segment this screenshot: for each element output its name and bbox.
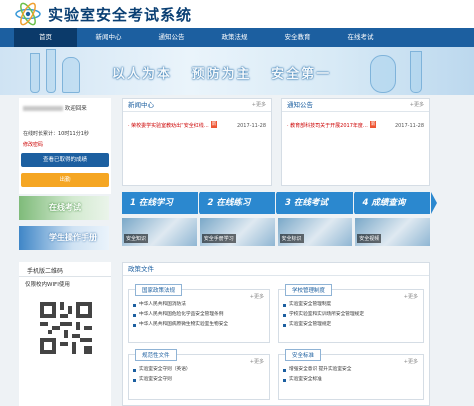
qr-panel: 手机版二维码 仅限校内WIFI使用 — [19, 262, 111, 406]
username-blurred — [23, 106, 63, 111]
policy-doc-link[interactable]: 实验室安全管理制度 — [279, 300, 423, 310]
policy-group-school: 学校管理制度 +更多 实验室安全管理制度 学校实验室和实训场所安全管理规定 实验… — [278, 284, 424, 343]
feature-tiles: 安全知识 安全手册学习 安全标识 安全视频 — [122, 218, 430, 246]
nav-item-notices[interactable]: 通知公告 — [140, 28, 203, 47]
policy-group-normative: 规范性文件 +更多 实验室安全守则（英语） 实验室安全守则 — [128, 349, 270, 400]
policy-doc-link[interactable]: 增强安全意识 提升实验室安全 — [279, 365, 423, 375]
student-handbook-banner-label: 学生操作手册 — [49, 233, 97, 242]
nav-item-news[interactable]: 新闻中心 — [77, 28, 140, 47]
student-handbook-banner[interactable]: 学生操作手册 — [19, 226, 109, 250]
qr-code — [40, 302, 92, 354]
qr-note: 仅限校内WIFI使用 — [25, 282, 70, 288]
notices-panel-title: 通知公告 — [287, 101, 313, 109]
step-online-practice[interactable]: 2 在线练习 — [200, 192, 282, 214]
online-time: 在线时长累计：10时11分1秒 — [23, 131, 89, 137]
policy-group-title[interactable]: 规范性文件 — [135, 349, 177, 361]
policy-doc-link[interactable]: 中华人民共和国病原微生物实验室生物安全 — [129, 320, 269, 330]
nav-item-policy[interactable]: 政策法规 — [203, 28, 266, 47]
test-tube-image — [46, 49, 56, 93]
nav-item-home[interactable]: 首页 — [14, 28, 77, 47]
step-score-query[interactable]: 4 成绩查询 — [355, 192, 437, 214]
divider — [19, 276, 111, 277]
online-exam-banner-label: 在线考试 — [49, 203, 81, 212]
greeting-text: 欢迎回来 — [64, 106, 87, 112]
exam-button[interactable]: 出勤 — [21, 173, 109, 187]
banner-slogan: 以人为本 预防为主 安全第一 — [112, 67, 332, 82]
policy-doc-link[interactable]: 实验室安全守则 — [129, 375, 269, 385]
list-item: · 荣校委学实验室教劝出“安全红线… 新 2017-11-28 — [123, 120, 271, 132]
policy-group-more-link[interactable]: +更多 — [404, 358, 418, 365]
news-item-date: 2017-11-28 — [236, 123, 266, 129]
main-nav: 首页 新闻中心 通知公告 政策法规 安全教育 在线考试 — [0, 28, 474, 47]
tile-safety-videos[interactable]: 安全视频 — [355, 218, 430, 246]
policy-group-title[interactable]: 国家政策法规 — [135, 284, 183, 296]
policy-group-more-link[interactable]: +更多 — [404, 293, 418, 300]
new-badge: 新 — [210, 121, 218, 128]
site-header: 实验室安全考试系统 — [0, 0, 474, 28]
beaker-image — [62, 57, 80, 93]
news-panel-title: 新闻中心 — [128, 101, 154, 109]
policy-group-standards: 安全标准 +更多 增强安全意识 提升实验室安全 实验室安全标准 — [278, 349, 424, 400]
test-tube-image — [410, 51, 422, 93]
news-panel: 新闻中心 +更多 · 荣校委学实验室教劝出“安全红线… 新 2017-11-28 — [122, 98, 272, 186]
edit-password-link[interactable]: 修改密码 — [23, 141, 43, 148]
atom-logo-icon — [15, 2, 41, 26]
news-more-link[interactable]: +更多 — [252, 99, 266, 112]
policy-group-more-link[interactable]: +更多 — [250, 293, 264, 300]
policy-group-title[interactable]: 安全标准 — [285, 349, 322, 361]
policy-group-title[interactable]: 学校管理制度 — [285, 284, 333, 296]
online-exam-banner[interactable]: 在线考试 — [19, 196, 109, 220]
policy-doc-link[interactable]: 中华人民共和国危险化学品安全管理条例 — [129, 310, 269, 320]
policy-group-more-link[interactable]: +更多 — [250, 358, 264, 365]
test-tube-image — [30, 53, 40, 93]
policy-doc-link[interactable]: 中华人民共和国消防法 — [129, 300, 269, 310]
notice-item-date: 2017-11-28 — [394, 123, 424, 129]
qr-panel-title: 手机版二维码 — [27, 268, 64, 275]
policy-doc-link[interactable]: 实验室安全守则（英语） — [129, 365, 269, 375]
flask-image — [370, 55, 396, 93]
hero-banner: 以人为本 预防为主 安全第一 — [0, 47, 474, 95]
notices-more-link[interactable]: +更多 — [410, 99, 424, 112]
policy-group-national: 国家政策法规 +更多 中华人民共和国消防法 中华人民共和国危险化学品安全管理条例… — [128, 284, 270, 343]
policy-doc-link[interactable]: 实验室安全管理规定 — [279, 320, 423, 330]
view-scores-button[interactable]: 查看已取得的成绩 — [21, 153, 109, 167]
list-item: · 教育部科技司关于开展2017年度… 新 2017-11-28 — [282, 120, 429, 132]
tile-safety-knowledge[interactable]: 安全知识 — [122, 218, 197, 246]
news-item-link[interactable]: · 荣校委学实验室教劝出“安全红线… — [128, 120, 209, 132]
notices-panel: 通知公告 +更多 · 教育部科技司关于开展2017年度… 新 2017-11-28 — [281, 98, 430, 186]
policy-panel-title: 政策文件 — [128, 265, 154, 273]
notice-item-link[interactable]: · 教育部科技司关于开展2017年度… — [287, 120, 368, 132]
tile-safety-handbook[interactable]: 安全手册学习 — [199, 218, 275, 246]
steps-bar: 1 在线学习 2 在线练习 3 在线考试 4 成绩查询 — [122, 192, 437, 214]
tile-safety-signs[interactable]: 安全标识 — [277, 218, 353, 246]
nav-item-online-exam[interactable]: 在线考试 — [329, 28, 392, 47]
site-title: 实验室安全考试系统 — [48, 6, 193, 24]
nav-item-safety-education[interactable]: 安全教育 — [266, 28, 329, 47]
policy-doc-link[interactable]: 实验室安全标准 — [279, 375, 423, 385]
policy-doc-link[interactable]: 学校实验室和实训场所安全管理规定 — [279, 310, 423, 320]
step-online-study[interactable]: 1 在线学习 — [122, 192, 204, 214]
step-online-exam[interactable]: 3 在线考试 — [277, 192, 359, 214]
new-badge: 新 — [369, 121, 377, 128]
